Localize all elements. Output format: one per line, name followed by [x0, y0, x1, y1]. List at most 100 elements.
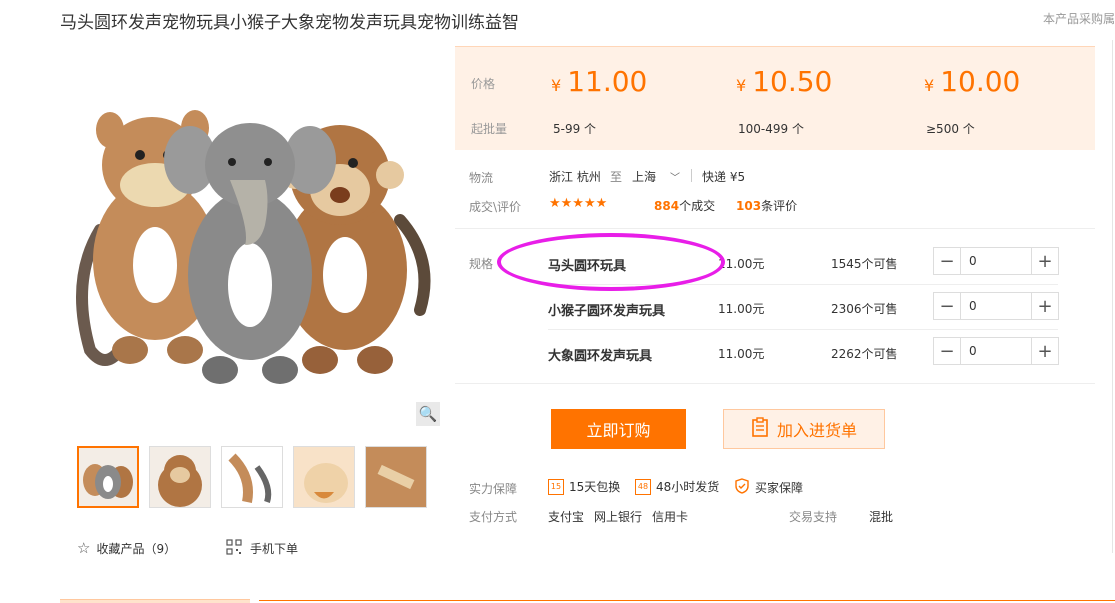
payment-method-bank: 网上银行	[594, 510, 643, 524]
spec-price-1: 11.00元	[718, 257, 765, 271]
price-value: 10.00	[940, 65, 1021, 98]
guarantee-text: 48小时发货	[656, 480, 720, 494]
thumbnail-3[interactable]	[221, 446, 283, 508]
thumbnail-image	[366, 447, 426, 507]
zoom-icon[interactable]: 🔍	[416, 402, 440, 426]
panel-divider	[1112, 40, 1113, 553]
rating-stars: ★★★★★	[549, 196, 608, 211]
chevron-down-icon: ﹀	[670, 173, 681, 184]
price-panel: 价格 起批量 ¥11.00 ¥10.50 ¥10.00 5-99 个 100-4…	[455, 46, 1095, 150]
payment-label: 支付方式	[469, 510, 518, 524]
spec-price-3: 11.00元	[718, 347, 765, 361]
buy-now-button[interactable]: 立即订购	[551, 409, 686, 449]
spec-stock-2: 2306个可售	[831, 302, 898, 316]
moq-tier-3: ≥500 个	[926, 122, 975, 136]
section-divider	[455, 228, 1095, 229]
qr-code-icon	[226, 539, 242, 558]
thumbnail-5[interactable]	[365, 446, 427, 508]
plus-button[interactable]: +	[1032, 338, 1058, 364]
price-tier-1: ¥11.00	[551, 65, 647, 98]
bottom-tab-line	[259, 600, 1115, 601]
thumbnail-4[interactable]	[293, 446, 355, 508]
review-count: 103	[736, 199, 762, 213]
clipboard-icon	[751, 417, 769, 441]
review-suffix: 条评价	[761, 199, 798, 213]
quantity-input[interactable]: 0	[960, 248, 1032, 274]
mobile-order-button[interactable]: 手机下单	[226, 539, 298, 558]
plus-button[interactable]: +	[1032, 248, 1058, 274]
add-to-cart-button[interactable]: 加入进货单	[723, 409, 885, 449]
minus-button[interactable]: −	[934, 293, 960, 319]
spec-name-2: 小猴子圆环发声玩具	[548, 304, 666, 319]
payment-method-credit: 信用卡	[652, 510, 689, 524]
guarantee-item-2[interactable]: 48 48小时发货	[635, 478, 719, 495]
thumbnail-2[interactable]	[149, 446, 211, 508]
trade-support-label: 交易支持	[789, 510, 838, 524]
minus-button[interactable]: −	[934, 248, 960, 274]
deals-count-link[interactable]: 884个成交	[654, 197, 715, 214]
price-tier-3: ¥10.00	[924, 65, 1020, 98]
thumbnail-strip	[77, 446, 427, 508]
guarantee-label: 实力保障	[469, 482, 518, 496]
minus-button[interactable]: −	[934, 338, 960, 364]
guarantee-text: 买家保障	[755, 481, 804, 495]
ship-to-select[interactable]: 上海 ﹀	[632, 168, 680, 185]
payment-method-alipay: 支付宝	[548, 510, 585, 524]
favorite-label: 收藏产品（9）	[96, 541, 177, 556]
deals-suffix: 个成交	[679, 199, 716, 213]
plus-button[interactable]: +	[1032, 293, 1058, 319]
moq-tier-1: 5-99 个	[553, 122, 597, 136]
quantity-stepper-2: − 0 +	[933, 292, 1059, 320]
spec-price-2: 11.00元	[718, 302, 765, 316]
thumbnail-image	[294, 447, 354, 507]
quantity-stepper-3: − 0 +	[933, 337, 1059, 365]
favorite-button[interactable]: ☆ 收藏产品（9）	[77, 539, 176, 557]
bottom-tab-active[interactable]	[60, 599, 250, 603]
star-outline-icon: ☆	[77, 539, 91, 557]
add-to-cart-label: 加入进货单	[776, 421, 857, 440]
main-product-image[interactable]	[60, 50, 440, 430]
moq-tier-2: 100-499 个	[738, 122, 804, 136]
price-value: 11.00	[567, 65, 648, 98]
thumbnail-image	[83, 464, 133, 499]
currency-symbol: ¥	[924, 76, 935, 95]
currency-symbol: ¥	[551, 76, 562, 95]
ship-to-word: 至	[610, 170, 623, 184]
thumbnail-1[interactable]	[77, 446, 139, 508]
shield-icon	[734, 478, 750, 497]
ship-to-city: 上海	[632, 170, 657, 184]
guarantee-item-3[interactable]: 买家保障	[734, 478, 803, 497]
trade-support-value: 混批	[869, 510, 894, 524]
thumbnail-image	[222, 447, 282, 507]
spec-stock-3: 2262个可售	[831, 347, 898, 361]
currency-symbol: ¥	[736, 76, 747, 95]
calendar-15-icon: 15	[548, 478, 564, 495]
divider	[691, 169, 692, 182]
plush-toys-illustration	[76, 110, 431, 384]
row-divider	[548, 329, 1058, 330]
ship-from: 浙江 杭州	[549, 170, 601, 184]
shipping-fee: 快递 ¥5	[702, 170, 746, 184]
section-divider	[455, 383, 1095, 384]
moq-label: 起批量	[471, 122, 508, 136]
logistics-label: 物流	[469, 171, 494, 185]
quantity-input[interactable]: 0	[960, 293, 1032, 319]
top-right-note[interactable]: 本产品采购属	[1043, 10, 1115, 27]
price-tier-2: ¥10.50	[736, 65, 832, 98]
thumbnail-image	[150, 447, 210, 507]
spec-name-3: 大象圆环发声玩具	[548, 349, 653, 364]
highlight-annotation	[497, 233, 725, 291]
mobile-order-label: 手机下单	[250, 542, 299, 556]
spec-stock-1: 1545个可售	[831, 257, 898, 271]
deals-count: 884	[654, 199, 680, 213]
quantity-input[interactable]: 0	[960, 338, 1032, 364]
price-value: 10.50	[752, 65, 833, 98]
clock-48-icon: 48	[635, 478, 651, 495]
guarantee-text: 15天包换	[569, 480, 621, 494]
guarantee-item-1[interactable]: 15 15天包换	[548, 478, 620, 495]
quantity-stepper-1: − 0 +	[933, 247, 1059, 275]
spec-label: 规格	[469, 257, 494, 271]
price-label: 价格	[471, 77, 496, 91]
reviews-link[interactable]: 103条评价	[736, 197, 797, 214]
deals-label: 成交\评价	[469, 200, 522, 214]
